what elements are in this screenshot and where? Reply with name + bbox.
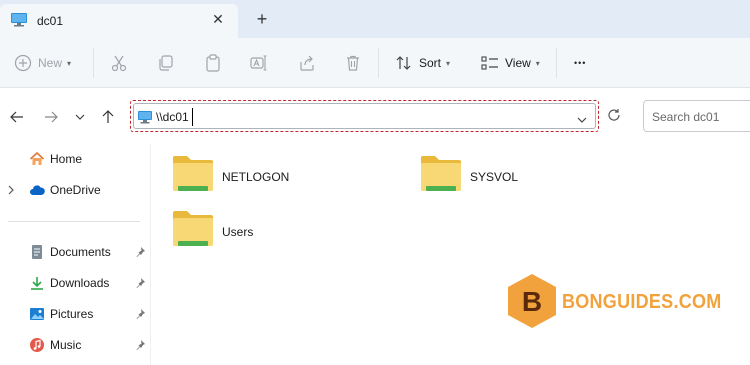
chevron-down-icon: ▾ — [535, 58, 540, 68]
sidebar-item-pictures[interactable]: Pictures — [0, 302, 150, 326]
more-options-button[interactable]: ••• — [574, 52, 586, 74]
cut-button[interactable] — [110, 52, 128, 74]
sidebar-item-label: OneDrive — [50, 183, 101, 197]
computer-icon — [137, 110, 153, 124]
tab-strip: dc01 ✕ + — [0, 0, 750, 38]
watermark-logo: B — [506, 273, 558, 329]
arrow-up-icon — [102, 110, 114, 123]
shared-folder-icon — [420, 154, 462, 194]
pin-icon[interactable] — [134, 308, 146, 320]
cloud-icon — [29, 182, 45, 198]
address-input[interactable]: \\dc01 — [156, 110, 189, 124]
sidebar-item-home[interactable]: Home — [0, 147, 150, 171]
computer-icon — [10, 12, 28, 27]
sidebar-item-label: Documents — [50, 245, 111, 259]
shared-folder-icon — [172, 154, 214, 194]
navigation-row: \\dc01 Search dc01 — [0, 88, 750, 144]
folder-users[interactable]: Users — [172, 209, 372, 251]
recent-locations-button[interactable] — [71, 108, 89, 126]
refresh-button[interactable] — [606, 107, 622, 123]
scissors-icon — [110, 54, 128, 72]
chevron-right-icon[interactable] — [7, 184, 17, 196]
toolbar-divider — [556, 48, 557, 78]
tab-title: dc01 — [37, 14, 64, 28]
search-box[interactable]: Search dc01 — [643, 100, 750, 132]
back-button[interactable] — [8, 108, 26, 126]
documents-icon — [29, 244, 45, 260]
folder-name: SYSVOL — [470, 170, 519, 184]
chevron-down-icon — [75, 114, 85, 120]
pin-icon[interactable] — [134, 277, 146, 289]
navigation-pane: Home OneDrive Documents Downloads Pictur… — [0, 144, 150, 365]
pin-icon[interactable] — [134, 246, 146, 258]
share-icon — [298, 54, 316, 72]
chevron-down-icon: ▾ — [446, 58, 451, 68]
rename-icon — [250, 54, 268, 72]
text-caret — [192, 108, 193, 126]
arrow-right-icon — [45, 111, 58, 123]
chevron-down-icon: ▾ — [67, 58, 72, 68]
toolbar-divider — [378, 48, 379, 78]
close-tab-button[interactable]: ✕ — [209, 10, 227, 28]
new-tab-button[interactable]: + — [252, 9, 272, 29]
sort-icon — [395, 54, 413, 72]
music-icon — [29, 337, 45, 353]
sidebar-item-label: Pictures — [50, 307, 94, 321]
sidebar-item-music[interactable]: Music — [0, 333, 150, 357]
toolbar-divider — [93, 48, 94, 78]
refresh-icon — [608, 109, 620, 121]
up-button[interactable] — [99, 108, 117, 126]
new-button[interactable]: New ▾ — [14, 52, 71, 74]
clipboard-icon — [204, 54, 222, 72]
sidebar-item-documents[interactable]: Documents — [0, 240, 150, 264]
watermark-letter: B — [522, 286, 542, 317]
paste-button[interactable] — [204, 52, 222, 74]
sidebar-item-label: Downloads — [50, 276, 110, 290]
arrow-left-icon — [10, 111, 23, 123]
sort-button[interactable]: Sort ▾ — [395, 52, 450, 74]
sidebar-item-downloads[interactable]: Downloads — [0, 271, 150, 295]
shared-folder-icon — [172, 209, 214, 249]
pictures-icon — [29, 306, 45, 322]
forward-button[interactable] — [42, 108, 60, 126]
folder-name: Users — [222, 225, 254, 239]
address-history-button[interactable] — [577, 112, 587, 126]
download-icon — [29, 275, 45, 291]
folder-sysvol[interactable]: SYSVOL — [420, 154, 620, 196]
tab-dc01[interactable]: dc01 ✕ — [0, 4, 238, 38]
command-bar: New ▾ Sort ▾ View ▾ ••• — [0, 38, 750, 88]
trash-icon — [344, 54, 362, 72]
chevron-down-icon — [577, 117, 587, 123]
delete-button[interactable] — [344, 52, 362, 74]
home-icon — [29, 151, 45, 167]
address-bar[interactable]: \\dc01 — [133, 103, 596, 129]
view-list-icon — [481, 54, 499, 72]
copy-icon — [157, 54, 175, 72]
view-button[interactable]: View ▾ — [481, 52, 540, 74]
folder-name: NETLOGON — [222, 170, 290, 184]
sidebar-item-onedrive[interactable]: OneDrive — [0, 178, 150, 202]
sidebar-divider — [8, 221, 140, 222]
address-bar-highlight: \\dc01 — [130, 100, 599, 132]
new-label: New — [38, 56, 63, 70]
sidebar-item-label: Music — [50, 338, 82, 352]
file-view: NETLOGON SYSVOL Users — [151, 144, 750, 365]
view-label: View — [505, 56, 531, 70]
sort-label: Sort — [419, 56, 442, 70]
watermark-text: BONGUIDES.COM — [562, 291, 722, 313]
rename-button[interactable] — [250, 52, 268, 74]
plus-circle-icon — [14, 54, 32, 72]
copy-button[interactable] — [157, 52, 175, 74]
pin-icon[interactable] — [134, 339, 146, 351]
share-button[interactable] — [298, 52, 316, 74]
search-placeholder: Search dc01 — [652, 110, 720, 124]
sidebar-item-label: Home — [50, 152, 83, 166]
folder-netlogon[interactable]: NETLOGON — [172, 154, 372, 196]
